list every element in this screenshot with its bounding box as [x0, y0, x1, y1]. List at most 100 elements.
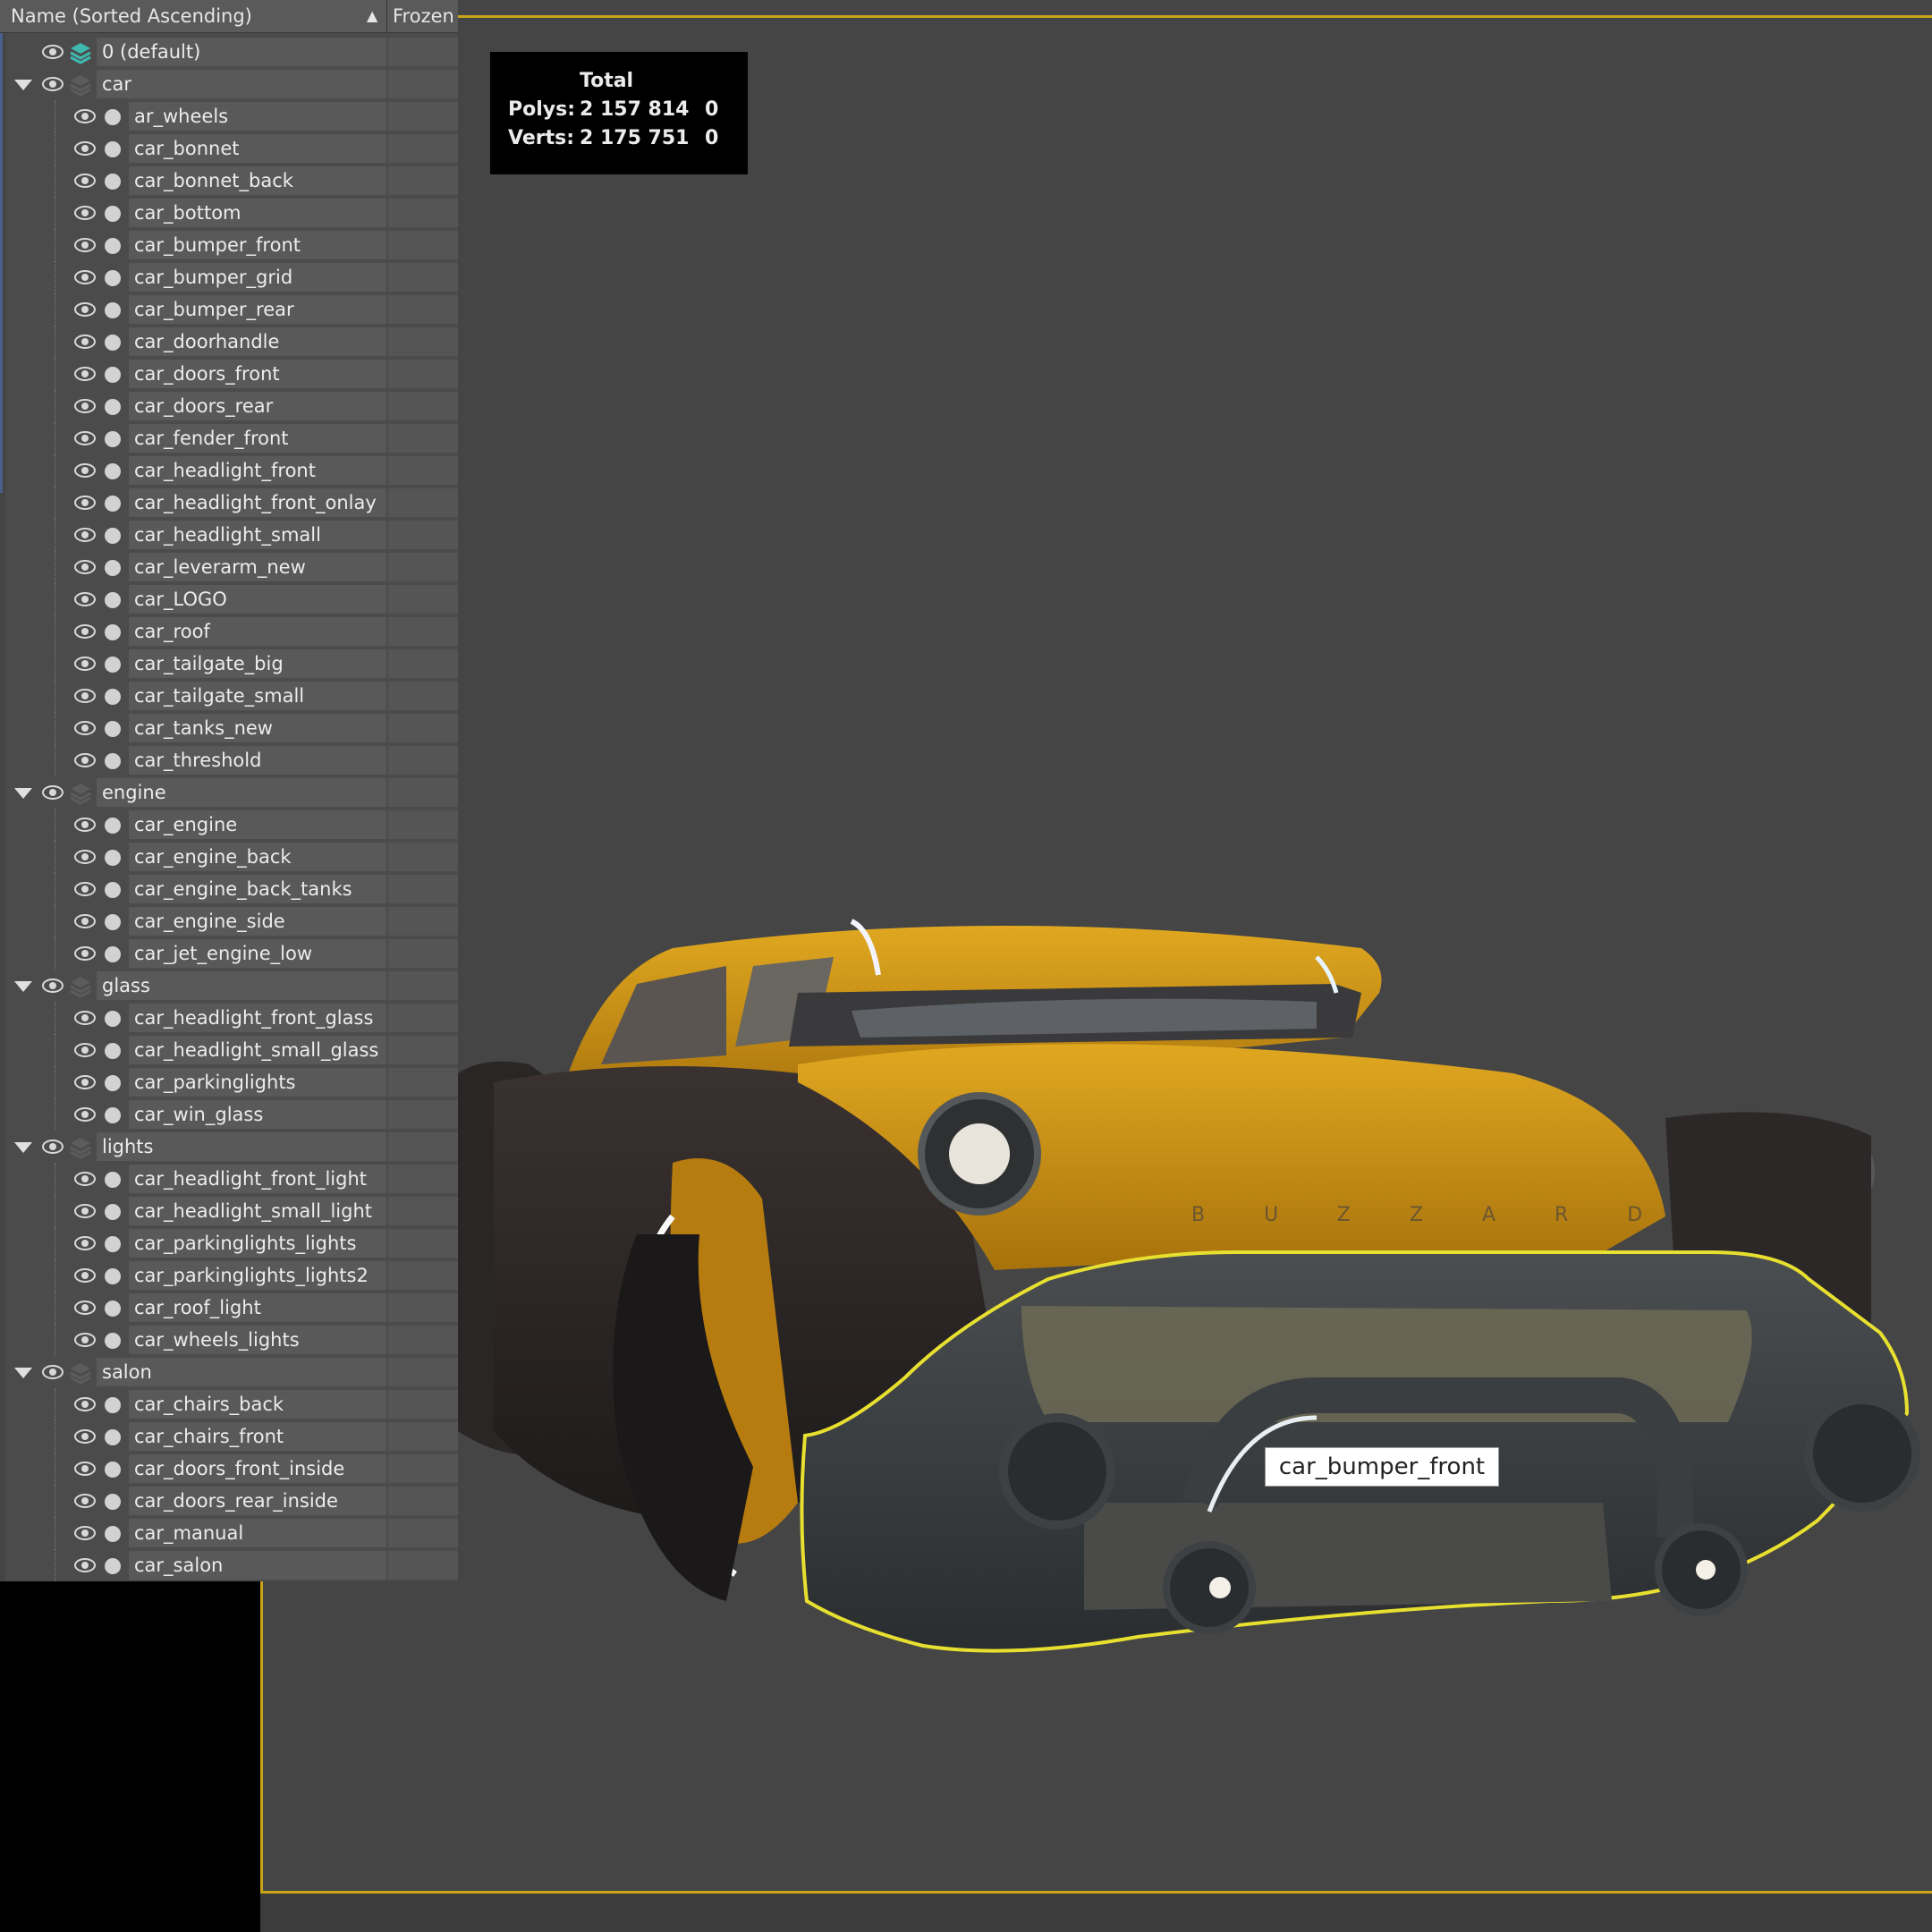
frozen-cell[interactable]: [388, 1197, 458, 1225]
object-row[interactable]: car_salon: [5, 1549, 458, 1581]
frozen-cell[interactable]: [388, 971, 458, 1000]
expand-arrow-icon[interactable]: [14, 981, 32, 992]
frozen-cell[interactable]: [388, 1293, 458, 1322]
object-dot-icon[interactable]: [105, 624, 121, 640]
frozen-cell[interactable]: [388, 1519, 458, 1547]
visibility-eye-icon[interactable]: [73, 428, 97, 449]
visibility-eye-icon[interactable]: [41, 975, 64, 996]
frozen-cell[interactable]: [388, 38, 458, 66]
frozen-cell[interactable]: [388, 327, 458, 356]
visibility-eye-icon[interactable]: [73, 460, 97, 481]
frozen-cell[interactable]: [388, 907, 458, 936]
object-dot-icon[interactable]: [105, 850, 121, 866]
frozen-cell[interactable]: [388, 714, 458, 742]
object-row[interactable]: car_bonnet_back: [5, 165, 458, 197]
visibility-eye-icon[interactable]: [73, 1297, 97, 1318]
frozen-cell[interactable]: [388, 649, 458, 678]
frozen-cell[interactable]: [388, 295, 458, 324]
object-row[interactable]: car_parkinglights_lights: [5, 1227, 458, 1259]
frozen-cell[interactable]: [388, 585, 458, 614]
frozen-cell[interactable]: [388, 939, 458, 968]
object-dot-icon[interactable]: [105, 1397, 121, 1413]
frozen-cell[interactable]: [388, 1100, 458, 1129]
frozen-cell[interactable]: [388, 456, 458, 485]
visibility-eye-icon[interactable]: [73, 1039, 97, 1061]
object-row[interactable]: ar_wheels: [5, 100, 458, 132]
visibility-eye-icon[interactable]: [73, 1233, 97, 1254]
visibility-eye-icon[interactable]: [73, 492, 97, 513]
object-row[interactable]: car_threshold: [5, 744, 458, 776]
visibility-eye-icon[interactable]: [73, 1007, 97, 1029]
visibility-eye-icon[interactable]: [73, 395, 97, 417]
frozen-cell[interactable]: [388, 231, 458, 259]
object-dot-icon[interactable]: [105, 1526, 121, 1542]
object-row[interactable]: car_tailgate_big: [5, 648, 458, 680]
visibility-eye-icon[interactable]: [73, 814, 97, 835]
visibility-eye-icon[interactable]: [73, 589, 97, 610]
visibility-eye-icon[interactable]: [41, 41, 64, 63]
frozen-cell[interactable]: [388, 263, 458, 292]
visibility-eye-icon[interactable]: [73, 1072, 97, 1093]
object-dot-icon[interactable]: [105, 560, 121, 576]
object-dot-icon[interactable]: [105, 882, 121, 898]
expand-arrow-icon[interactable]: [14, 1142, 32, 1153]
object-dot-icon[interactable]: [105, 1333, 121, 1349]
frozen-cell[interactable]: [388, 102, 458, 131]
object-row[interactable]: car_manual: [5, 1517, 458, 1549]
object-row[interactable]: car_bumper_rear: [5, 293, 458, 326]
object-row[interactable]: car_chairs_back: [5, 1388, 458, 1420]
object-dot-icon[interactable]: [105, 141, 121, 157]
visibility-eye-icon[interactable]: [73, 299, 97, 320]
object-row[interactable]: car_doors_front_inside: [5, 1453, 458, 1485]
object-row[interactable]: car_headlight_front_glass: [5, 1002, 458, 1034]
object-row[interactable]: car_headlight_front_onlay: [5, 487, 458, 519]
object-row[interactable]: car_tailgate_small: [5, 680, 458, 712]
object-dot-icon[interactable]: [105, 1204, 121, 1220]
visibility-eye-icon[interactable]: [73, 653, 97, 674]
object-row[interactable]: car_roof_light: [5, 1292, 458, 1324]
object-row[interactable]: car_engine_side: [5, 905, 458, 937]
layer-row[interactable]: lights: [5, 1131, 458, 1163]
frozen-cell[interactable]: [388, 746, 458, 775]
object-row[interactable]: car_engine_back: [5, 841, 458, 873]
object-dot-icon[interactable]: [105, 399, 121, 415]
frozen-cell[interactable]: [388, 1454, 458, 1483]
visibility-eye-icon[interactable]: [41, 1361, 64, 1383]
object-dot-icon[interactable]: [105, 1429, 121, 1445]
visibility-eye-icon[interactable]: [73, 202, 97, 224]
object-dot-icon[interactable]: [105, 1075, 121, 1091]
frozen-cell[interactable]: [388, 392, 458, 420]
layer-row[interactable]: engine: [5, 776, 458, 809]
object-row[interactable]: car_engine: [5, 809, 458, 841]
object-dot-icon[interactable]: [105, 1043, 121, 1059]
frozen-cell[interactable]: [388, 875, 458, 903]
layer-name-cell[interactable]: [97, 70, 386, 98]
frozen-cell[interactable]: [388, 778, 458, 807]
object-row[interactable]: car_doors_rear_inside: [5, 1485, 458, 1517]
frozen-cell[interactable]: [388, 360, 458, 388]
object-dot-icon[interactable]: [105, 1558, 121, 1574]
frozen-cell[interactable]: [388, 1068, 458, 1097]
frozen-cell[interactable]: [388, 1036, 458, 1064]
frozen-cell[interactable]: [388, 1487, 458, 1515]
expand-arrow-icon[interactable]: [14, 788, 32, 799]
visibility-eye-icon[interactable]: [41, 782, 64, 803]
sort-ascending-icon[interactable]: ▲: [367, 0, 377, 32]
visibility-eye-icon[interactable]: [73, 1168, 97, 1190]
frozen-cell[interactable]: [388, 617, 458, 646]
visibility-eye-icon[interactable]: [73, 106, 97, 127]
layer-row[interactable]: glass: [5, 970, 458, 1002]
frozen-cell[interactable]: [388, 1132, 458, 1161]
object-row[interactable]: car_roof: [5, 615, 458, 648]
object-row[interactable]: car_doors_front: [5, 358, 458, 390]
object-row[interactable]: car_headlight_front: [5, 454, 458, 487]
visibility-eye-icon[interactable]: [73, 1522, 97, 1544]
object-dot-icon[interactable]: [105, 496, 121, 512]
object-dot-icon[interactable]: [105, 238, 121, 254]
object-dot-icon[interactable]: [105, 109, 121, 125]
object-dot-icon[interactable]: [105, 302, 121, 318]
object-row[interactable]: car_fender_front: [5, 422, 458, 454]
frozen-cell[interactable]: [388, 1390, 458, 1419]
car-model-render[interactable]: BUZZARD: [458, 894, 1932, 1682]
object-row[interactable]: car_headlight_small_light: [5, 1195, 458, 1227]
